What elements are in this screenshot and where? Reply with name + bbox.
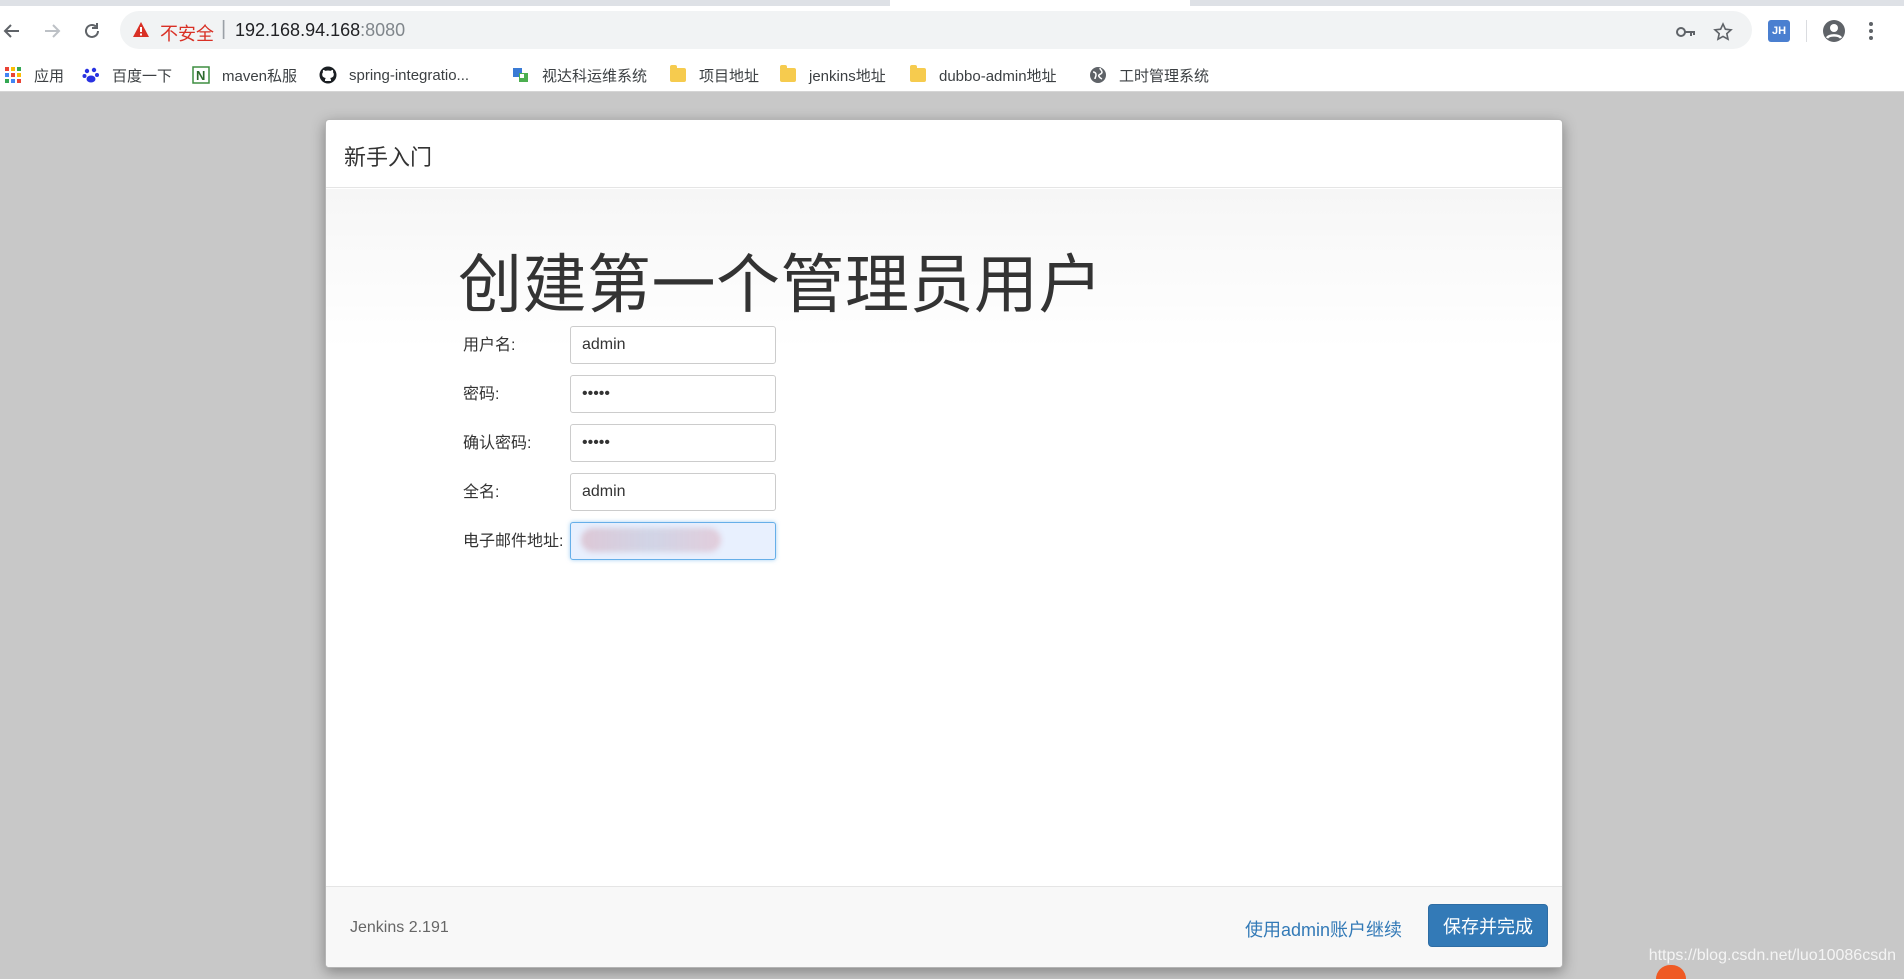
system-tray-fragment <box>1654 965 1904 979</box>
extension-jh-button[interactable]: JH <box>1768 18 1790 44</box>
dialog-title: 新手入门 <box>344 145 433 170</box>
bookmark-label: 工时管理系统 <box>1119 67 1210 85</box>
bookmark-jenkins-address[interactable]: jenkins地址 <box>779 64 886 86</box>
folder-icon <box>669 65 687 84</box>
dialog-body: 创建第一个管理员用户 用户名: 密码: 确认密码: 全名: 电子邮件地址: <box>326 189 1562 967</box>
confirm-password-label: 确认密码: <box>463 435 532 452</box>
setup-wizard-dialog: 新手入门 创建第一个管理员用户 用户名: 密码: 确认密码: 全名: 电子邮件地… <box>325 119 1563 968</box>
bookmark-label: 百度一下 <box>112 67 173 85</box>
bookmark-maven[interactable]: N maven私服 <box>192 64 297 86</box>
bookmark-label: 视达科运维系统 <box>542 67 648 85</box>
bookmark-apps[interactable]: 应用 <box>4 64 64 86</box>
bookmark-label: spring-integratio... <box>349 66 470 84</box>
bookmark-spring-integration[interactable]: spring-integratio... <box>319 64 469 86</box>
url-text[interactable]: 192.168.94.168:8080 <box>235 20 405 41</box>
baidu-paw-icon <box>82 66 100 84</box>
github-icon <box>319 66 337 84</box>
password-label: 密码: <box>463 386 500 403</box>
username-label: 用户名: <box>463 337 516 354</box>
reload-button[interactable] <box>76 15 108 47</box>
save-and-finish-button[interactable]: 保存并完成 <box>1428 904 1548 947</box>
extension-jh-icon: JH <box>1768 20 1790 42</box>
account-circle-icon <box>1823 20 1845 42</box>
svg-text:N: N <box>196 68 205 83</box>
star-icon <box>1713 22 1733 41</box>
key-icon <box>1676 27 1695 37</box>
reload-icon <box>85 23 99 38</box>
ops-system-icon <box>512 66 530 84</box>
confirm-password-row: 确认密码: <box>463 424 863 462</box>
bookmark-baidu[interactable]: 百度一下 <box>82 64 172 86</box>
apps-grid-icon <box>4 66 22 84</box>
bookmark-star-button[interactable] <box>1710 20 1736 44</box>
bookmark-dubbo-admin[interactable]: dubbo-admin地址 <box>909 64 1057 86</box>
arrow-left-icon <box>3 24 19 38</box>
full-name-input[interactable] <box>570 473 776 511</box>
security-status-text[interactable]: 不安全 <box>160 20 214 46</box>
bookmark-worktime-system[interactable]: 工时管理系统 <box>1089 64 1209 86</box>
email-input[interactable] <box>570 522 776 560</box>
password-row: 密码: <box>463 375 863 413</box>
folder-icon <box>779 65 797 84</box>
email-row: 电子邮件地址: <box>463 522 863 560</box>
email-label: 电子邮件地址: <box>463 533 564 550</box>
nexus-icon: N <box>192 66 210 84</box>
bookmark-project-address[interactable]: 项目地址 <box>669 64 759 86</box>
username-input[interactable] <box>570 326 776 364</box>
dialog-header: 新手入门 <box>326 120 1562 188</box>
more-vert-icon <box>1869 22 1873 40</box>
jenkins-version: Jenkins 2.191 <box>350 919 449 936</box>
bookmark-label: jenkins地址 <box>809 67 886 85</box>
warning-triangle-icon <box>133 22 149 37</box>
address-bar[interactable]: 不安全 | 192.168.94.168:8080 <box>120 11 1752 49</box>
full-name-row: 全名: <box>463 473 863 511</box>
url-host: 192.168.94.168 <box>235 20 361 40</box>
bookmark-ops-system[interactable]: 视达科运维系统 <box>512 64 647 86</box>
continue-as-admin-link[interactable]: 使用admin账户继续 <box>1245 916 1402 942</box>
forward-button[interactable] <box>36 15 68 47</box>
bookmark-label: dubbo-admin地址 <box>939 67 1057 85</box>
bookmark-label: maven私服 <box>222 67 298 85</box>
omnibox-separator: | <box>221 18 227 40</box>
back-button[interactable] <box>0 15 28 47</box>
bookmark-label: 应用 <box>34 67 65 85</box>
dialog-footer: Jenkins 2.191 使用admin账户继续 保存并完成 <box>326 886 1562 967</box>
ime-icon[interactable] <box>1656 965 1686 979</box>
globe-icon <box>1089 66 1107 84</box>
browser-menu-button[interactable] <box>1868 18 1874 44</box>
toolbar-divider <box>1806 20 1807 42</box>
page-heading: 创建第一个管理员用户 <box>458 249 1103 321</box>
url-port: :8080 <box>360 20 406 40</box>
folder-icon <box>909 65 927 84</box>
profile-button[interactable] <box>1822 18 1846 44</box>
bookmark-label: 项目地址 <box>699 67 760 85</box>
bookmarks-bar: 应用 百度一下 N maven私服 spring-integratio... 视… <box>0 56 1904 92</box>
password-key-button[interactable] <box>1673 20 1699 44</box>
password-input[interactable] <box>570 375 776 413</box>
username-row: 用户名: <box>463 326 863 364</box>
full-name-label: 全名: <box>463 484 500 501</box>
watermark-text: https://blog.csdn.net/luo10086csdn <box>1648 947 1896 964</box>
confirm-password-input[interactable] <box>570 424 776 462</box>
browser-toolbar: 不安全 | 192.168.94.168:8080 JH <box>0 6 1904 56</box>
arrow-right-icon <box>45 24 61 38</box>
